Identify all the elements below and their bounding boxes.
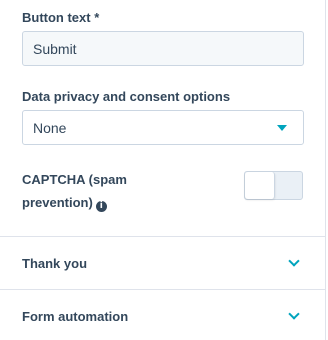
captcha-label: CAPTCHA (spam prevention) [22,172,127,210]
chevron-down-icon [288,255,300,267]
section-form-automation[interactable]: Form automation [0,290,326,340]
button-text-label: Button text * [22,10,100,25]
section-title: Form automation [22,308,129,324]
button-text-input[interactable] [22,31,304,66]
info-icon[interactable]: i [95,201,107,212]
form-settings-panel: Button text * Data privacy and consent o… [0,0,326,340]
chevron-down-icon [288,308,300,320]
privacy-options-value: None [33,119,67,136]
captcha-label-wrap: CAPTCHA (spam prevention) i [22,168,192,214]
caret-down-icon [277,124,287,131]
privacy-options-label: Data privacy and consent options [22,89,231,104]
toggle-knob [245,172,275,199]
section-title: Thank you [22,255,88,271]
captcha-toggle[interactable] [244,171,303,200]
section-thank-you[interactable]: Thank you [0,237,326,289]
privacy-options-select[interactable]: None [22,110,304,145]
